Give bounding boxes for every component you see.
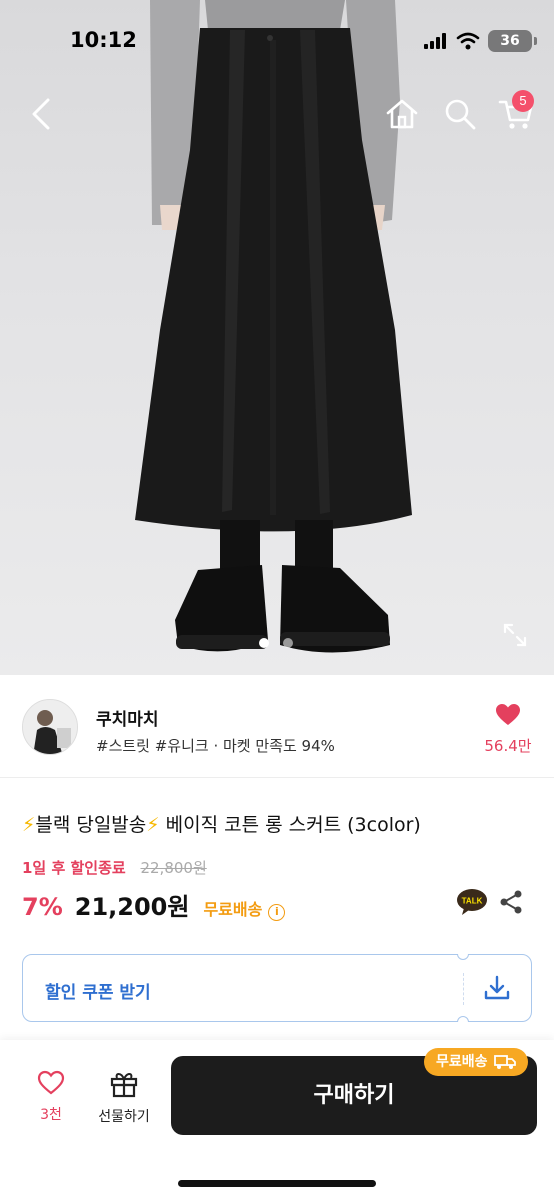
coupon-button[interactable]: 할인 쿠폰 받기 <box>22 954 532 1022</box>
gift-icon <box>110 1073 138 1098</box>
signal-icon <box>424 33 446 49</box>
seller-avatar[interactable] <box>22 699 78 755</box>
price-row: 7% 21,200원 무료배송 i <box>22 887 286 922</box>
coupon-notch <box>457 954 469 960</box>
coupon-label: 할인 쿠폰 받기 <box>45 983 151 1003</box>
product-image-gallery[interactable]: 10:12 36 5 <box>0 0 554 675</box>
sale-price: 21,200원 <box>74 893 190 921</box>
free-shipping-label[interactable]: 무료배송 <box>203 896 262 920</box>
seller-tags: #스트릿 #유니크 · 마켓 만족도 94% <box>96 737 335 755</box>
status-bar: 10:12 36 <box>0 0 554 80</box>
free-shipping-badge: 무료배송 <box>424 1048 528 1076</box>
home-icon[interactable] <box>384 96 420 132</box>
coupon-notch <box>457 1016 469 1022</box>
pagination-dot[interactable] <box>283 638 293 648</box>
product-title-prefix: 블랙 당일발송 <box>35 814 147 836</box>
heart-outline-icon <box>37 1070 65 1095</box>
home-indicator <box>178 1180 376 1187</box>
seller-like-button[interactable]: 56.4만 <box>480 703 536 756</box>
discount-rate: 7% <box>22 893 63 921</box>
svg-text:TALK: TALK <box>462 897 483 906</box>
product-title: ⚡블랙 당일발송⚡ 베이직 코튼 롱 스커트 (3color) <box>22 810 421 837</box>
product-like-button[interactable]: 3천 <box>28 1070 74 1124</box>
cart-count-badge: 5 <box>512 90 534 112</box>
lightning-icon: ⚡ <box>22 814 36 836</box>
wifi-icon <box>456 32 480 50</box>
gift-button[interactable]: 선물하기 <box>92 1070 156 1126</box>
free-shipping-badge-label: 무료배송 <box>436 1054 488 1070</box>
truck-icon <box>493 1055 516 1069</box>
lightning-icon: ⚡ <box>146 814 160 836</box>
seller-section[interactable]: 쿠치마치 #스트릿 #유니크 · 마켓 만족도 94% 56.4만 <box>0 675 554 778</box>
seller-name[interactable]: 쿠치마치 <box>96 705 159 730</box>
heart-icon <box>496 704 520 725</box>
pagination-dot-active[interactable] <box>259 638 269 648</box>
share-icon[interactable] <box>498 889 524 915</box>
status-time: 10:12 <box>70 28 137 52</box>
status-icons: 36 <box>424 30 537 52</box>
search-icon[interactable] <box>442 96 478 132</box>
expand-icon[interactable] <box>502 622 528 648</box>
back-arrow-icon[interactable] <box>22 94 62 134</box>
product-like-count: 3천 <box>40 1107 62 1123</box>
coupon-divider <box>463 973 464 1005</box>
bottom-action-bar: 3천 선물하기 구매하기 무료배송 <box>0 1040 554 1200</box>
gallery-pagination <box>259 638 293 648</box>
avatar-image <box>23 700 77 754</box>
gift-label: 선물하기 <box>98 1109 150 1125</box>
seller-like-count: 56.4만 <box>484 737 532 755</box>
info-icon[interactable]: i <box>268 904 286 921</box>
original-price: 22,800원 <box>140 859 207 877</box>
download-icon[interactable] <box>483 974 511 1002</box>
battery-indicator: 36 <box>488 30 537 52</box>
sale-countdown: 1일 후 할인종료 <box>22 859 126 877</box>
sale-row: 1일 후 할인종료 22,800원 <box>22 857 207 878</box>
kakao-talk-icon[interactable]: TALK <box>456 888 488 916</box>
product-title-suffix: 베이직 코튼 롱 스커트 (3color) <box>159 814 421 836</box>
